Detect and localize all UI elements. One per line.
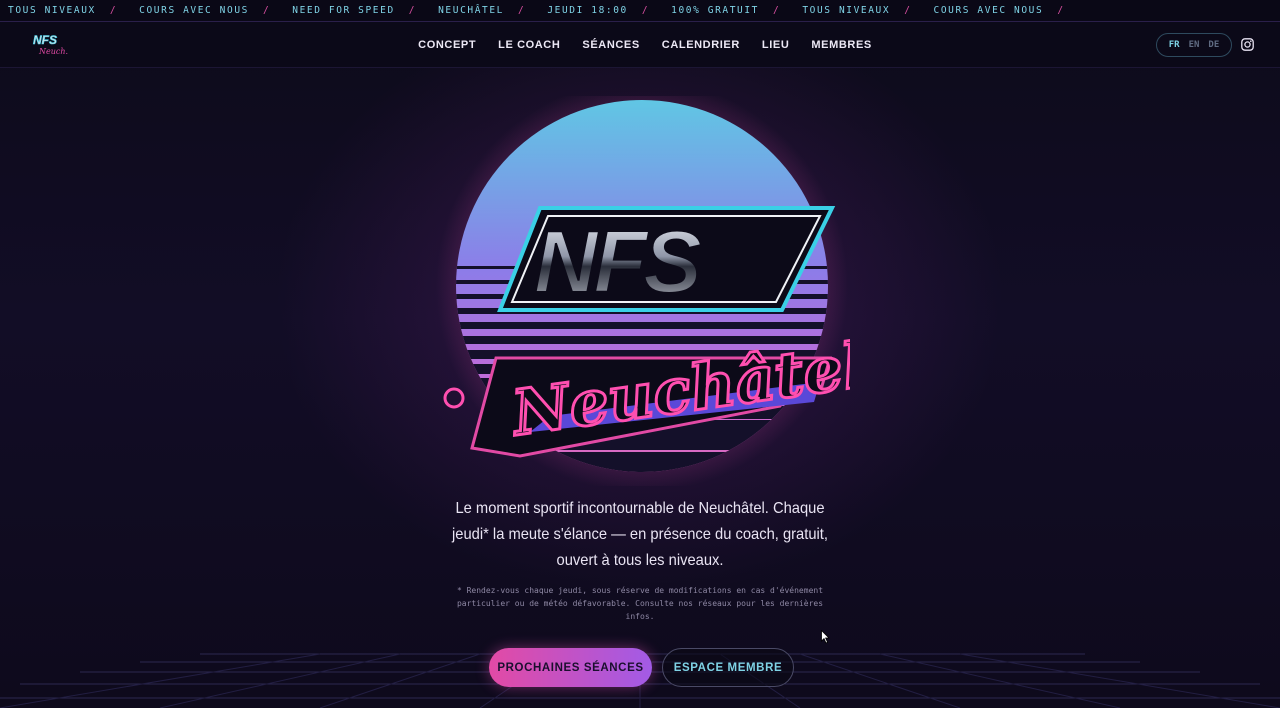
hero-footnote: * Rendez-vous chaque jeudi, sous réserve… [456, 586, 824, 621]
language-switcher: FR EN DE [1156, 33, 1232, 57]
nav-membres[interactable]: MEMBRES [811, 39, 871, 51]
ticker-item: NEED FOR SPEED [292, 5, 395, 16]
ticker-item: COURS AVEC NOUS [139, 5, 249, 16]
nav-concept[interactable]: CONCEPT [418, 39, 476, 51]
hero-logo-nfs: NFS [534, 212, 701, 311]
instagram-icon[interactable] [1241, 38, 1254, 51]
ticker-item: 100% GRATUIT [671, 5, 760, 16]
ticker-separator: / [518, 5, 526, 16]
ticker-item: COURS AVEC NOUS [933, 5, 1044, 16]
lang-fr[interactable]: FR [1169, 40, 1180, 50]
ticker-item: NEUCHÂTEL [438, 5, 504, 16]
ticker-separator: / [1057, 5, 1065, 16]
lang-de[interactable]: DE [1208, 40, 1219, 50]
ticker-separator: / [408, 5, 417, 16]
main-nav: CONCEPT LE COACH SÉANCES CALENDRIER LIEU… [0, 22, 1280, 68]
member-area-button[interactable]: ESPACE MEMBRE [662, 648, 794, 687]
ticker-item: JEUDI 18:00 [547, 5, 628, 16]
lang-en[interactable]: EN [1189, 40, 1200, 50]
next-sessions-button[interactable]: PROCHAINES SÉANCES [489, 648, 652, 687]
nav-le-coach[interactable]: LE COACH [498, 39, 560, 51]
hero-tagline: Le moment sportif incontournable de Neuc… [452, 500, 828, 569]
ticker-item: TOUS NIVEAUX [802, 5, 891, 16]
ticker-separator: / [262, 5, 271, 16]
hero-logo: NFS Neuchâtel [436, 96, 850, 486]
ticker-bar: TOUS NIVEAUX / COURS AVEC NOUS / NEED FOR … [0, 0, 1280, 22]
mouse-cursor-icon [821, 630, 830, 644]
ticker-separator: / [904, 5, 912, 16]
site-header: NFS Neuch. CONCEPT LE COACH SÉANCES CALE… [0, 22, 1280, 68]
ticker-item: TOUS NIVEAUX [8, 5, 96, 16]
nav-lieu[interactable]: LIEU [762, 39, 789, 51]
ticker-separator: / [641, 5, 650, 16]
nav-seances[interactable]: SÉANCES [582, 39, 639, 51]
ticker-separator: / [773, 5, 781, 16]
ticker-separator: / [109, 5, 118, 16]
nav-calendrier[interactable]: CALENDRIER [662, 39, 740, 51]
